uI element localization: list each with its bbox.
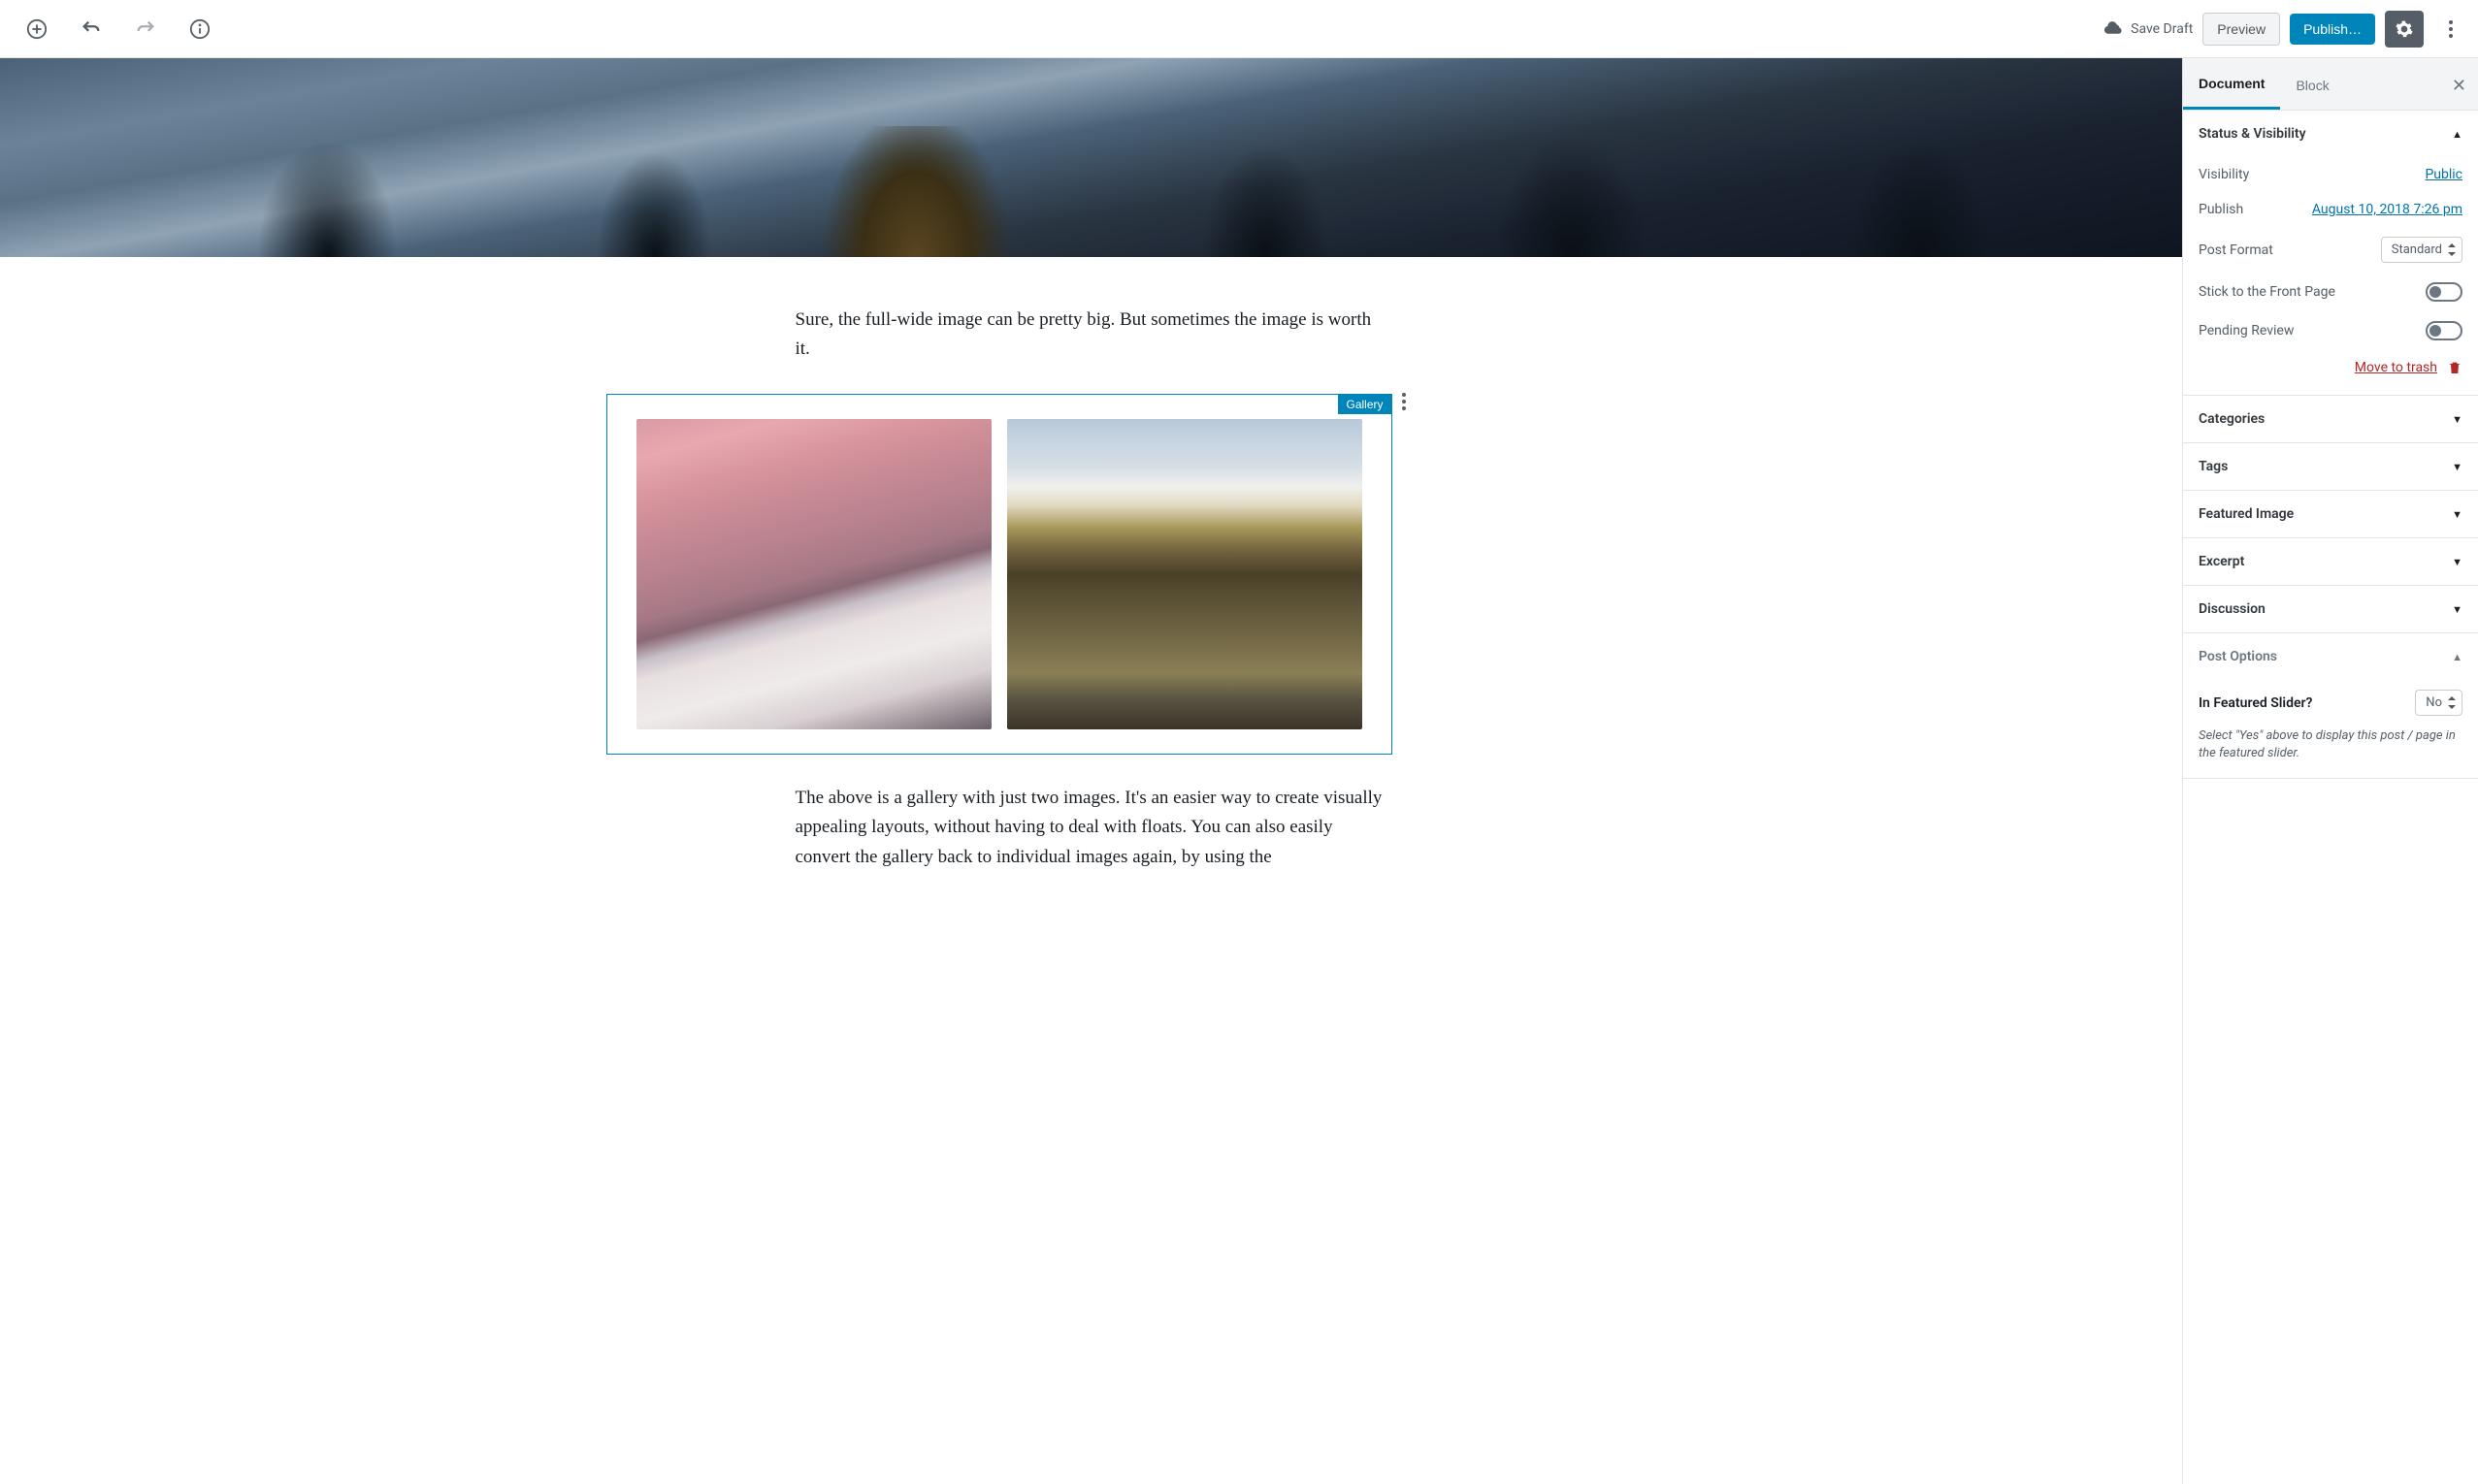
panel-header-categories[interactable]: Categories ▼	[2183, 396, 2478, 442]
stick-row: Stick to the Front Page	[2199, 273, 2462, 311]
undo-button[interactable]	[74, 12, 109, 47]
panel-header-status[interactable]: Status & Visibility ▲	[2183, 111, 2478, 157]
chevron-down-icon: ▼	[2452, 556, 2462, 568]
publish-label: Publish	[2199, 202, 2243, 217]
panel-title: Excerpt	[2199, 554, 2244, 569]
top-left-toolbar	[10, 12, 217, 47]
save-draft-label: Save Draft	[2131, 21, 2193, 37]
kebab-icon	[1402, 393, 1406, 410]
panel-excerpt: Excerpt ▼	[2183, 538, 2478, 586]
close-sidebar-button[interactable]: ✕	[2452, 76, 2466, 96]
panel-title: Discussion	[2199, 601, 2266, 617]
visibility-value-link[interactable]: Public	[2425, 167, 2462, 182]
gallery-image-1[interactable]	[636, 419, 992, 729]
panel-title: Tags	[2199, 459, 2228, 474]
publish-row: Publish August 10, 2018 7:26 pm	[2199, 192, 2462, 227]
trash-icon	[2447, 360, 2462, 375]
preview-button[interactable]: Preview	[2202, 13, 2280, 46]
panel-categories: Categories ▼	[2183, 396, 2478, 443]
full-width-image[interactable]	[0, 58, 2182, 257]
tab-block[interactable]: Block	[2280, 60, 2344, 109]
pending-toggle[interactable]	[2426, 321, 2462, 340]
visibility-label: Visibility	[2199, 167, 2249, 182]
top-right-toolbar: Save Draft Preview Publish…	[2103, 11, 2468, 48]
chevron-up-icon: ▲	[2452, 128, 2462, 141]
featured-slider-value: No	[2426, 695, 2442, 710]
more-menu-button[interactable]	[2433, 12, 2468, 47]
featured-slider-select[interactable]: No	[2415, 690, 2462, 716]
publish-date-link[interactable]: August 10, 2018 7:26 pm	[2312, 202, 2462, 217]
sidebar-tabs: Document Block ✕	[2183, 58, 2478, 111]
panel-tags: Tags ▼	[2183, 443, 2478, 491]
content-wrap: Sure, the full-wide image can be pretty …	[776, 257, 1407, 891]
gallery-image-2[interactable]	[1007, 419, 1362, 729]
panel-header-post-options[interactable]: Post Options ▲	[2183, 633, 2478, 680]
panel-body-status: Visibility Public Publish August 10, 201…	[2183, 157, 2478, 395]
stick-label: Stick to the Front Page	[2199, 284, 2335, 300]
cloud-icon	[2103, 19, 2123, 39]
featured-slider-label: In Featured Slider?	[2199, 695, 2312, 711]
chevron-down-icon: ▼	[2452, 508, 2462, 521]
gallery-block-wrapper: Gallery	[796, 394, 1387, 755]
panel-header-discussion[interactable]: Discussion ▼	[2183, 586, 2478, 632]
panel-header-featured-image[interactable]: Featured Image ▼	[2183, 491, 2478, 537]
block-type-label: Gallery	[1338, 395, 1390, 414]
panel-header-excerpt[interactable]: Excerpt ▼	[2183, 538, 2478, 585]
panel-status-visibility: Status & Visibility ▲ Visibility Public …	[2183, 111, 2478, 396]
chevron-down-icon: ▼	[2452, 603, 2462, 616]
post-format-value: Standard	[2392, 242, 2442, 257]
panel-post-options: Post Options ▲ In Featured Slider? No Se…	[2183, 633, 2478, 779]
panel-discussion: Discussion ▼	[2183, 586, 2478, 633]
tab-document[interactable]: Document	[2183, 58, 2280, 110]
kebab-icon	[2449, 20, 2453, 38]
post-format-row: Post Format Standard	[2199, 227, 2462, 273]
panel-header-tags[interactable]: Tags ▼	[2183, 443, 2478, 490]
panel-title: Categories	[2199, 411, 2265, 427]
editor-top-bar: Save Draft Preview Publish…	[0, 0, 2478, 58]
stick-toggle[interactable]	[2426, 282, 2462, 302]
add-block-button[interactable]	[19, 12, 54, 47]
gallery-grid	[636, 419, 1362, 729]
pending-label: Pending Review	[2199, 323, 2294, 339]
paragraph-block-2[interactable]: The above is a gallery with just two ima…	[796, 784, 1387, 872]
post-format-label: Post Format	[2199, 242, 2273, 258]
pending-row: Pending Review	[2199, 311, 2462, 350]
chevron-up-icon: ▲	[2452, 651, 2462, 663]
settings-button[interactable]	[2385, 11, 2424, 48]
chevron-down-icon: ▼	[2452, 461, 2462, 473]
panel-featured-image: Featured Image ▼	[2183, 491, 2478, 538]
move-to-trash-link[interactable]: Move to trash	[2355, 360, 2437, 375]
featured-slider-helper: Select "Yes" above to display this post …	[2183, 720, 2478, 778]
post-format-select[interactable]: Standard	[2381, 237, 2462, 263]
main-area: Sure, the full-wide image can be pretty …	[0, 58, 2478, 1484]
chevron-down-icon: ▼	[2452, 413, 2462, 426]
settings-sidebar: Document Block ✕ Status & Visibility ▲ V…	[2182, 58, 2478, 1484]
panel-title: Post Options	[2199, 649, 2277, 664]
editor-canvas[interactable]: Sure, the full-wide image can be pretty …	[0, 58, 2182, 1484]
panel-title: Status & Visibility	[2199, 126, 2306, 142]
visibility-row: Visibility Public	[2199, 157, 2462, 192]
block-options-button[interactable]	[1386, 384, 1421, 419]
gear-icon	[2395, 19, 2414, 39]
info-button[interactable]	[182, 12, 217, 47]
paragraph-block-1[interactable]: Sure, the full-wide image can be pretty …	[796, 306, 1387, 365]
panel-title: Featured Image	[2199, 506, 2294, 522]
redo-button[interactable]	[128, 12, 163, 47]
save-draft-button[interactable]: Save Draft	[2103, 19, 2193, 39]
publish-button[interactable]: Publish…	[2290, 14, 2375, 45]
gallery-block[interactable]: Gallery	[606, 394, 1392, 755]
featured-slider-row: In Featured Slider? No	[2183, 680, 2478, 720]
trash-row: Move to trash	[2199, 350, 2462, 379]
